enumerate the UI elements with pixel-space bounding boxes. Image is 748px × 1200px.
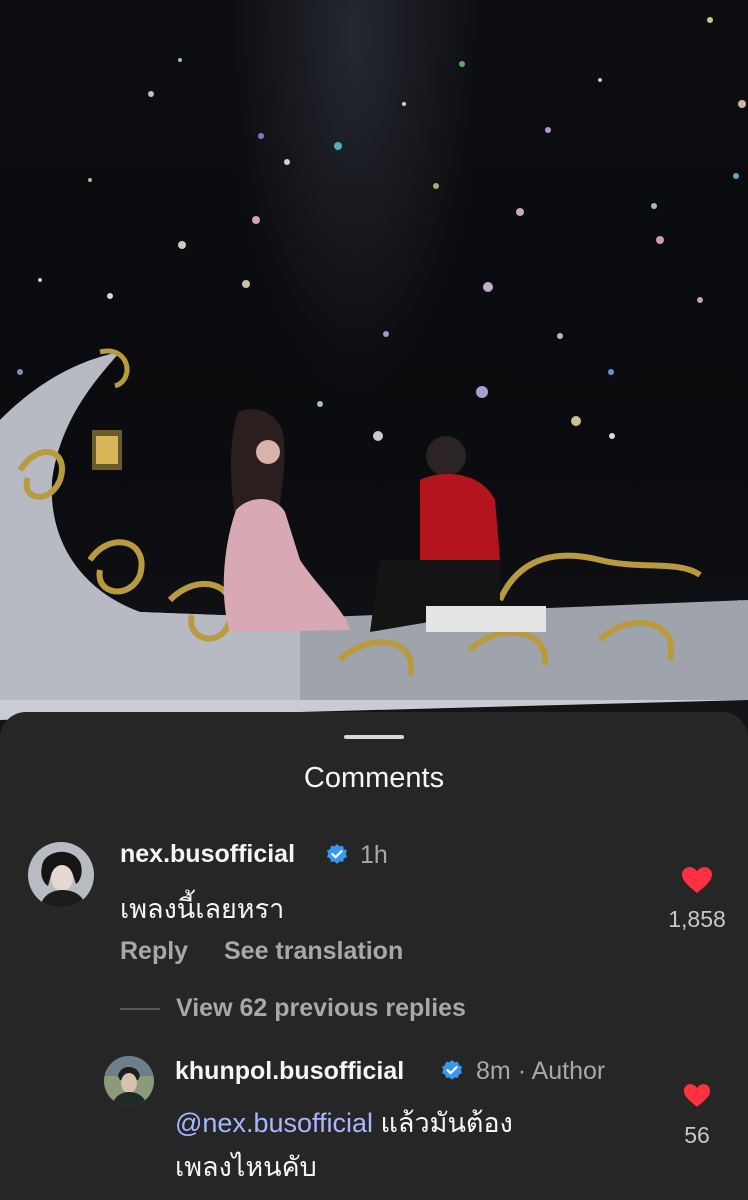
avatar-image bbox=[104, 1056, 154, 1106]
comment-text: เพลงนี้เลยหรา bbox=[120, 894, 285, 924]
post-photo bbox=[0, 0, 748, 760]
sheet-drag-handle[interactable] bbox=[344, 735, 404, 739]
replies-divider-line bbox=[120, 1008, 160, 1010]
reply-text-line1: แล้วมันต้อง bbox=[373, 1108, 513, 1138]
performer-pink-dress bbox=[223, 409, 350, 632]
avatar-image bbox=[28, 842, 94, 908]
comment-timestamp: 1h bbox=[360, 841, 388, 869]
verified-badge-icon bbox=[442, 1060, 462, 1080]
reply-text-line2: เพลงไหนคับ bbox=[175, 1152, 317, 1182]
reply-button[interactable]: Reply bbox=[120, 937, 188, 966]
heart-icon[interactable] bbox=[681, 866, 713, 894]
concert-scene-illustration bbox=[0, 17, 748, 720]
sheet-title: Comments bbox=[303, 762, 445, 794]
reply-time: 8m bbox=[476, 1057, 511, 1085]
reply-timestamp: 8m · Author bbox=[476, 1057, 605, 1086]
performer-red-jacket bbox=[370, 436, 546, 632]
avatar[interactable] bbox=[28, 842, 94, 908]
view-previous-replies-button[interactable]: View 62 previous replies bbox=[176, 994, 466, 1023]
comment-username[interactable]: nex.busofficial bbox=[120, 840, 295, 869]
reply-username[interactable]: khunpol.busofficial bbox=[175, 1057, 404, 1086]
see-translation-button[interactable]: See translation bbox=[224, 937, 403, 966]
author-label: Author bbox=[531, 1057, 606, 1085]
verified-badge-icon bbox=[327, 844, 347, 864]
crescent-boat bbox=[0, 348, 748, 720]
heart-icon[interactable] bbox=[683, 1083, 711, 1108]
like-count: 56 bbox=[684, 1122, 710, 1148]
meta-separator: · bbox=[517, 1057, 527, 1085]
reply-text: @nex.busofficial แล้วมันต้อง เพลงไหนคับ bbox=[175, 1101, 635, 1189]
avatar[interactable] bbox=[104, 1056, 154, 1106]
like-count: 1,858 bbox=[668, 906, 726, 932]
mention-link[interactable]: @nex.busofficial bbox=[175, 1108, 373, 1138]
